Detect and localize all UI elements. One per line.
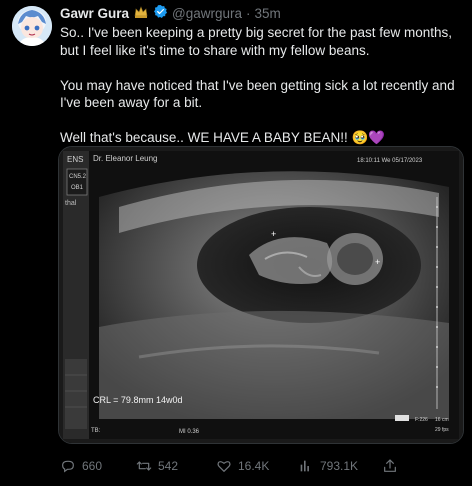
- avatar-image: [12, 6, 52, 46]
- ultrasound-side-label: thal: [65, 200, 77, 207]
- reply-button[interactable]: 660: [60, 458, 102, 474]
- reply-icon: [62, 460, 74, 473]
- timestamp[interactable]: 35m: [255, 6, 281, 21]
- ultrasound-doctor: Dr. Eleanor Leung: [93, 154, 158, 163]
- tweet-media[interactable]: + + ENS Dr. Eleanor Leung 18:10:11 We 05…: [58, 146, 464, 444]
- ultrasound-bottom-right-top: F:226: [415, 417, 428, 423]
- separator-dot: ·: [246, 5, 251, 21]
- tweet-paragraph-2: You may have noticed that I've been gett…: [60, 77, 455, 111]
- ultrasound-measurement: CRL = 79.8mm 14w0d: [93, 395, 182, 405]
- ultrasound-top-left: ENS: [67, 155, 83, 164]
- retweet-button[interactable]: 542: [136, 458, 178, 474]
- share-icon: [384, 459, 396, 472]
- tweet-paragraph-1: So.. I've been keeping a pretty big secr…: [60, 25, 453, 58]
- display-name[interactable]: Gawr Gura: [60, 6, 129, 21]
- like-button[interactable]: 16.4K: [216, 458, 269, 474]
- crown-icon: [133, 4, 149, 23]
- ultrasound-bottom-mid: MI 0.36: [179, 429, 200, 435]
- tweet-actions: 660 542 16.4K 793.1K: [60, 458, 464, 478]
- tweet-paragraph-3: Well that's because.. WE HAVE A BABY BEA…: [60, 130, 386, 145]
- svg-text:+: +: [375, 257, 380, 267]
- reply-count: 660: [82, 459, 103, 473]
- handle[interactable]: @gawrgura: [172, 6, 242, 21]
- ultrasound-side-box-2: OB1: [71, 185, 84, 191]
- ultrasound-image: + + ENS Dr. Eleanor Leung 18:10:11 We 05…: [59, 147, 463, 443]
- ultrasound-fps: 29 fps: [435, 427, 449, 433]
- ultrasound-datetime: 18:10:11 We 05/17/2023: [357, 158, 423, 164]
- verified-badge-icon: [153, 4, 168, 22]
- like-count: 16.4K: [238, 459, 270, 473]
- svg-text:+: +: [271, 229, 276, 239]
- like-icon: [217, 461, 231, 472]
- tweet-header: Gawr Gura @gawrgura · 35m: [60, 4, 281, 22]
- view-count: 793.1K: [320, 459, 359, 473]
- views-button[interactable]: 793.1K: [298, 458, 358, 474]
- ultrasound-side-box-1: CN5.2: [69, 174, 87, 180]
- retweet-count: 542: [158, 459, 179, 473]
- tweet-body: So.. I've been keeping a pretty big secr…: [60, 24, 462, 164]
- ultrasound-depth: 16 cm: [435, 417, 449, 423]
- views-icon: [300, 460, 309, 472]
- ultrasound-bottom-left: TB:: [91, 428, 101, 434]
- share-button[interactable]: [382, 458, 398, 474]
- retweet-icon: [136, 461, 152, 471]
- avatar[interactable]: [12, 6, 52, 46]
